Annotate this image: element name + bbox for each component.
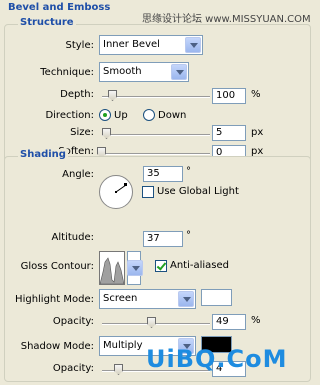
use-global-light-checkbox[interactable]: [142, 186, 154, 198]
watermark-top: 思缘设计论坛 www.MISSYUAN.COM: [142, 14, 311, 25]
style-dropdown[interactable]: Inner Bevel: [99, 35, 203, 55]
highlight-mode-label: Highlight Mode:: [15, 294, 94, 305]
size-unit: px: [251, 127, 264, 138]
size-input[interactable]: 5: [212, 125, 246, 141]
angle-unit: °: [186, 166, 191, 177]
style-label: Style:: [65, 40, 95, 51]
chevron-down-icon[interactable]: [127, 260, 143, 276]
direction-up-label: Up: [114, 110, 128, 121]
anti-aliased-checkbox[interactable]: [155, 260, 167, 272]
technique-label: Technique:: [40, 67, 94, 78]
angle-indicator-icon: [115, 183, 127, 193]
shadow-opacity-label: Opacity:: [52, 363, 94, 374]
shadow-mode-label: Shadow Mode:: [20, 341, 94, 352]
depth-input[interactable]: 100: [212, 88, 246, 104]
altitude-input[interactable]: 37: [143, 231, 183, 247]
gloss-contour-preview[interactable]: [99, 251, 125, 285]
structure-legend: Structure: [18, 17, 76, 28]
depth-slider-track[interactable]: [102, 96, 210, 98]
technique-value: Smooth: [103, 66, 142, 77]
highlight-opacity-slider-track[interactable]: [102, 323, 210, 325]
shadow-mode-value: Multiply: [103, 340, 143, 351]
soften-slider-track[interactable]: [102, 153, 210, 155]
highlight-opacity-input[interactable]: 49: [212, 314, 246, 330]
panel-title: Bevel and Emboss: [8, 2, 111, 13]
altitude-label: Altitude:: [51, 232, 94, 243]
highlight-color-swatch[interactable]: [201, 289, 232, 306]
shading-legend: Shading: [18, 149, 68, 160]
use-global-light-label: Use Global Light: [157, 186, 239, 197]
contour-curve-icon: [99, 252, 125, 285]
altitude-unit: °: [186, 230, 191, 241]
gloss-contour-dropdown[interactable]: [127, 251, 143, 285]
size-label: Size:: [70, 127, 94, 138]
highlight-opacity-unit: %: [251, 315, 261, 326]
direction-down-label: Down: [158, 110, 187, 121]
size-slider-track[interactable]: [102, 134, 210, 136]
highlight-opacity-label: Opacity:: [52, 316, 94, 327]
direction-up-radio[interactable]: [99, 109, 111, 121]
chevron-down-icon[interactable]: [185, 37, 201, 53]
direction-label: Direction:: [45, 110, 94, 121]
depth-unit: %: [251, 89, 261, 100]
gloss-contour-label: Gloss Contour:: [20, 261, 94, 272]
chevron-down-icon[interactable]: [178, 291, 194, 307]
angle-input[interactable]: 35: [143, 166, 183, 182]
highlight-mode-value: Screen: [103, 293, 138, 304]
watermark-bottom: UiBQ.CoM: [146, 345, 288, 373]
direction-down-radio[interactable]: [143, 109, 155, 121]
angle-dial[interactable]: [99, 175, 133, 209]
anti-aliased-label: Anti-aliased: [170, 260, 230, 271]
technique-dropdown[interactable]: Smooth: [99, 62, 189, 82]
style-value: Inner Bevel: [103, 39, 160, 50]
highlight-mode-dropdown[interactable]: Screen: [99, 289, 196, 309]
depth-label: Depth:: [60, 89, 94, 100]
chevron-down-icon[interactable]: [171, 64, 187, 80]
angle-label: Angle:: [62, 169, 94, 180]
